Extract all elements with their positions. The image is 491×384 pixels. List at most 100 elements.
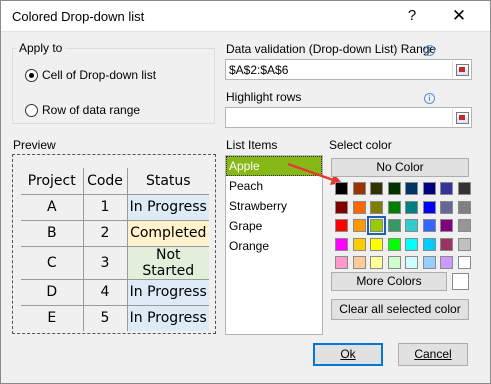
range-select-icon[interactable] — [452, 61, 470, 78]
cell-project: A — [21, 193, 84, 221]
more-colors-button[interactable]: More Colors — [331, 272, 447, 291]
info-icon[interactable]: i — [424, 45, 435, 56]
list-item[interactable]: Strawberry — [226, 196, 322, 216]
color-swatch[interactable] — [387, 200, 401, 214]
cell-project: B — [21, 219, 84, 247]
table-row: A 1 In Progress — [21, 193, 209, 221]
data-validation-field[interactable] — [225, 59, 472, 80]
cell-project: D — [21, 278, 84, 306]
color-swatch[interactable] — [405, 219, 418, 232]
table-row: D 4 In Progress — [21, 278, 209, 306]
apply-to-label: Apply to — [16, 41, 66, 55]
cell-status: Completed — [126, 219, 209, 247]
preview-label: Preview — [13, 138, 56, 152]
color-swatch[interactable] — [370, 256, 383, 269]
list-item[interactable]: Grape — [226, 216, 322, 236]
highlight-rows-input[interactable] — [226, 108, 436, 127]
color-swatch[interactable] — [352, 237, 366, 251]
ok-label: Ok — [340, 347, 356, 361]
color-swatch[interactable] — [457, 200, 471, 214]
radio-button-checked[interactable] — [25, 68, 38, 82]
color-swatch[interactable] — [387, 256, 401, 269]
cell-code: 1 — [82, 193, 128, 221]
color-swatch[interactable] — [440, 237, 453, 251]
custom-color-swatch[interactable] — [452, 273, 469, 290]
color-swatch[interactable] — [405, 256, 418, 269]
table-row: E 5 In Progress — [21, 304, 209, 331]
color-swatch[interactable] — [387, 182, 401, 195]
dialog-title: Colored Drop-down list — [12, 9, 145, 24]
color-swatch[interactable] — [440, 256, 453, 269]
list-item[interactable]: Orange — [226, 236, 322, 256]
color-swatch[interactable] — [335, 182, 348, 195]
cell-code: 2 — [82, 219, 128, 247]
no-color-button[interactable]: No Color — [331, 158, 469, 177]
color-swatch[interactable] — [335, 237, 348, 251]
table-header-row: Project Code Status — [21, 168, 209, 195]
color-swatch[interactable] — [422, 237, 436, 251]
cell-project: C — [21, 245, 84, 280]
color-swatch[interactable] — [422, 256, 436, 269]
color-swatch[interactable] — [352, 219, 366, 232]
color-swatch[interactable] — [422, 200, 436, 214]
clear-all-colors-button[interactable]: Clear all selected color — [331, 299, 469, 320]
radio-label: Row of data range — [42, 103, 141, 117]
color-swatch[interactable] — [457, 237, 471, 251]
color-swatch[interactable] — [457, 219, 471, 232]
color-swatch[interactable] — [422, 182, 436, 195]
color-swatch[interactable] — [370, 182, 383, 195]
cell-status: In Progress — [126, 278, 209, 306]
radio-button[interactable] — [25, 103, 38, 117]
cancel-button[interactable]: Cancel — [398, 343, 468, 366]
data-validation-label: Data validation (Drop-down List) Range — [226, 42, 437, 56]
info-icon[interactable]: i — [424, 93, 435, 104]
cell-status: Not Started — [126, 245, 209, 280]
color-swatch[interactable] — [387, 237, 401, 251]
color-swatch[interactable] — [405, 200, 418, 214]
color-swatch[interactable] — [387, 219, 401, 232]
color-swatch[interactable] — [440, 219, 453, 232]
color-swatch[interactable] — [440, 200, 453, 214]
highlight-rows-field[interactable] — [225, 107, 472, 128]
color-swatch[interactable] — [352, 182, 366, 195]
color-swatch[interactable] — [335, 200, 348, 214]
select-color-label: Select color — [329, 138, 392, 152]
color-swatch[interactable] — [352, 200, 366, 214]
range-select-icon[interactable] — [452, 109, 470, 126]
radio-cell-of-dropdown[interactable]: Cell of Drop-down list — [25, 68, 156, 82]
color-swatch[interactable] — [335, 256, 348, 269]
color-swatch[interactable] — [405, 182, 418, 195]
radio-label: Cell of Drop-down list — [42, 68, 157, 82]
cell-project: E — [21, 304, 84, 331]
color-swatch[interactable] — [367, 216, 386, 235]
color-swatch[interactable] — [422, 219, 436, 232]
header-code: Code — [82, 168, 128, 195]
preview-table: Project Code Status A 1 In Progress B 2 … — [21, 168, 209, 331]
cell-code: 3 — [82, 245, 128, 280]
color-swatch[interactable] — [457, 182, 471, 195]
radio-row-of-data-range[interactable]: Row of data range — [25, 103, 140, 117]
title-bar: Colored Drop-down list ? ✕ — [1, 1, 490, 32]
color-swatch[interactable] — [405, 237, 418, 251]
close-button[interactable]: ✕ — [448, 4, 470, 28]
color-swatch[interactable] — [370, 200, 383, 214]
ok-button[interactable]: Ok — [313, 343, 383, 366]
preview-box: Project Code Status A 1 In Progress B 2 … — [12, 154, 216, 334]
header-status: Status — [126, 168, 209, 195]
cancel-label: Cancel — [414, 347, 452, 361]
table-row: B 2 Completed — [21, 219, 209, 247]
help-button[interactable]: ? — [401, 4, 423, 28]
header-project: Project — [21, 168, 84, 195]
table-row: C 3 Not Started — [21, 245, 209, 280]
cell-code: 4 — [82, 278, 128, 306]
cell-status: In Progress — [126, 193, 209, 221]
color-swatch[interactable] — [457, 256, 471, 269]
color-swatch[interactable] — [370, 237, 383, 251]
color-swatch[interactable] — [335, 219, 348, 232]
color-swatch[interactable] — [352, 256, 366, 269]
cell-code: 5 — [82, 304, 128, 331]
highlight-rows-label: Highlight rows — [226, 90, 302, 104]
data-validation-input[interactable] — [226, 60, 436, 79]
list-items-label: List Items — [226, 138, 278, 152]
color-swatch[interactable] — [440, 182, 453, 195]
